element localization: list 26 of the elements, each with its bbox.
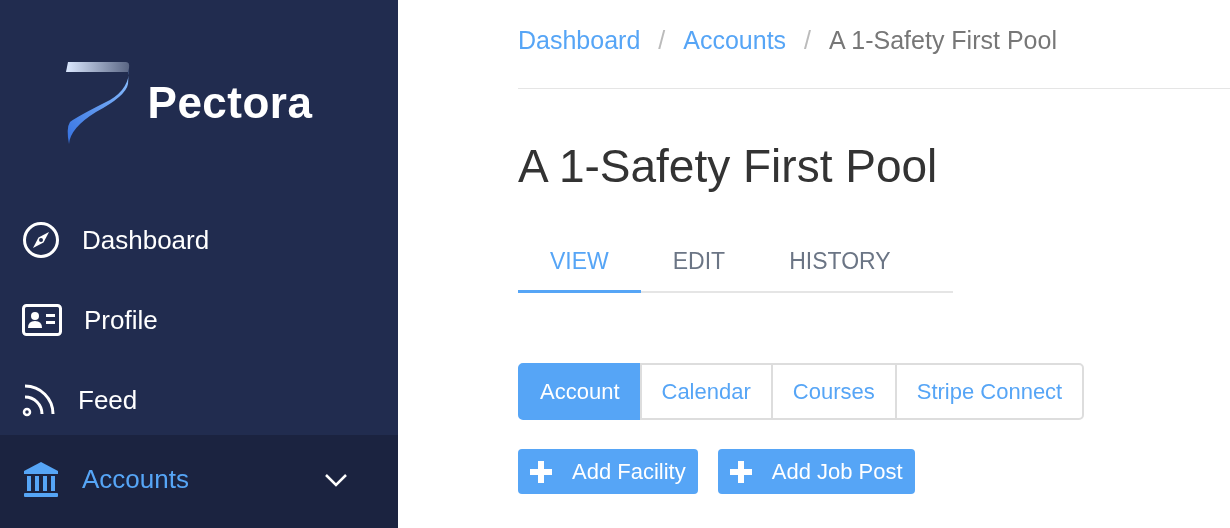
add-button[interactable]: Add Facility [518, 449, 698, 495]
logo-text: Pectora [147, 77, 313, 129]
segment-button[interactable]: Calendar [639, 363, 773, 421]
compass-icon [22, 221, 60, 259]
id-card-icon [22, 304, 62, 336]
segment-button[interactable]: Account [518, 363, 642, 421]
breadcrumb-current: A 1-Safety First Pool [829, 25, 1057, 57]
rss-icon [22, 383, 56, 417]
sidebar-item[interactable]: Profile [0, 280, 398, 360]
tab[interactable]: EDIT [640, 243, 758, 294]
page-title: A 1-Safety First Pool [518, 141, 939, 192]
segment-button[interactable]: Stripe Connect [894, 363, 1085, 421]
tab[interactable]: VIEW [518, 243, 641, 294]
plus-icon [729, 460, 752, 483]
segment-button[interactable]: Courses [770, 363, 897, 421]
breadcrumb-link[interactable]: Accounts [683, 22, 787, 60]
add-button[interactable]: Add Job Post [717, 449, 915, 495]
tab[interactable]: HISTORY [757, 243, 923, 294]
logo-icon [65, 62, 130, 144]
bank-icon [22, 460, 60, 499]
breadcrumb-separator: / [658, 25, 666, 57]
sidebar-item[interactable]: Accounts [0, 435, 398, 528]
breadcrumb-separator: / [804, 25, 812, 57]
sidebar-item[interactable]: Dashboard [0, 200, 398, 280]
plus-icon [530, 460, 552, 483]
breadcrumb-link[interactable]: Dashboard [518, 22, 641, 60]
